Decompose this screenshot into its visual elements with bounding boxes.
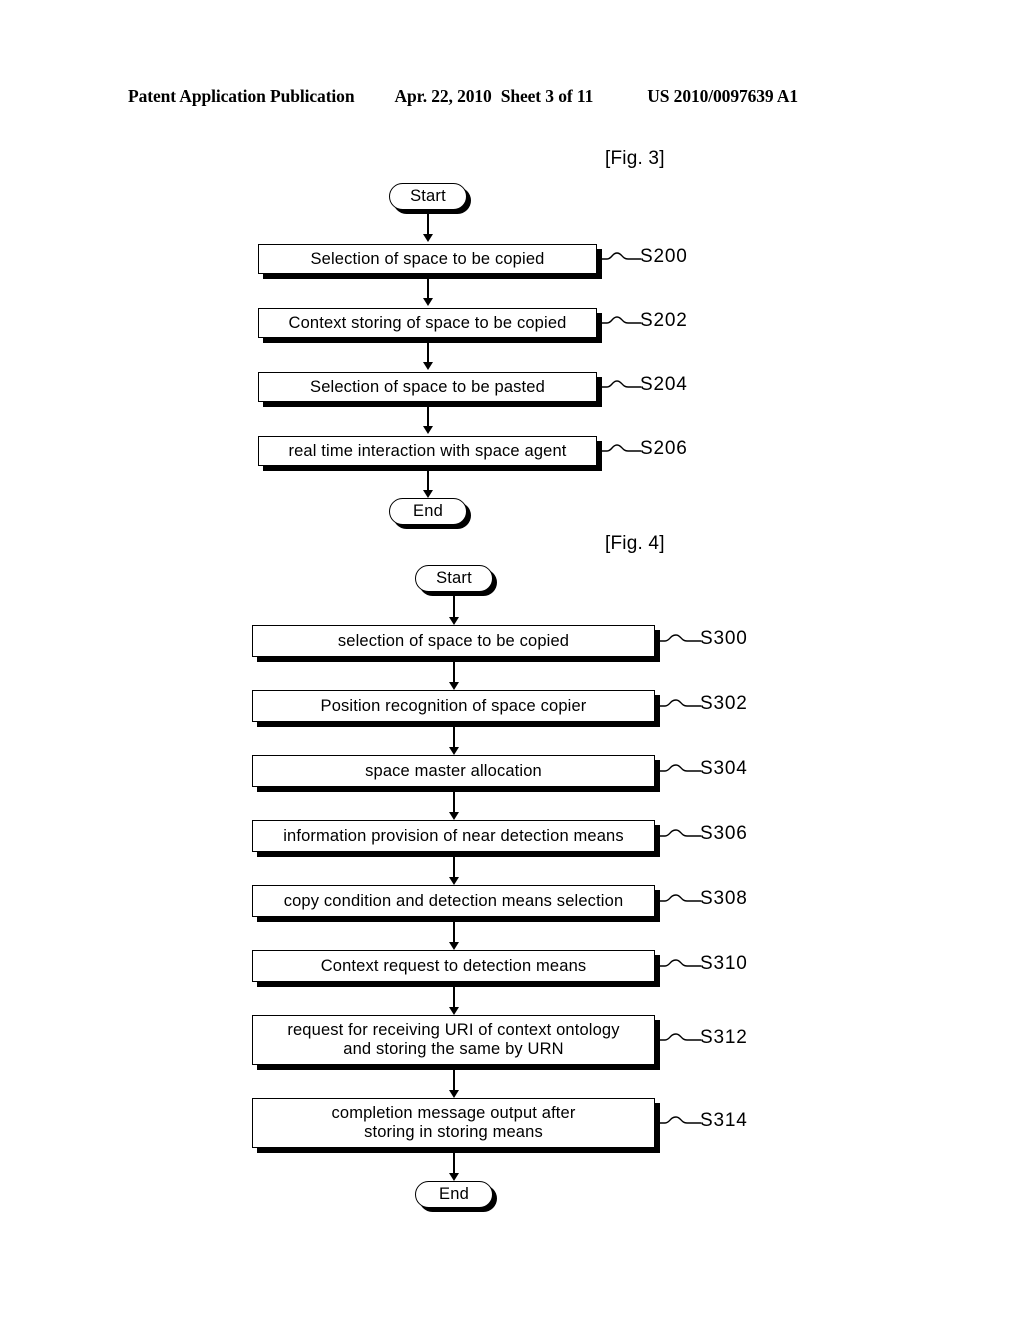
fig4-step-ref-s300: S300	[700, 628, 748, 649]
fig4-step-text-s306: information provision of near detection …	[283, 826, 624, 845]
fig3-step-box-s206: real time interaction with space agent	[258, 436, 602, 471]
fig4-arrowhead-end	[449, 1173, 459, 1181]
header-sheet: Sheet 3 of 11	[500, 86, 594, 106]
fig4-arrowhead-2	[449, 747, 459, 755]
fig4-arrowhead-7	[449, 1090, 459, 1098]
fig4-step-ref-s310: S310	[700, 953, 748, 974]
fig3-step-box-s200-face: Selection of space to be copied	[258, 244, 597, 274]
fig4-step-box-s310: Context request to detection means	[252, 950, 660, 987]
fig4-start-terminator: Start	[415, 565, 497, 596]
fig3-step-ref-s202: S202	[640, 310, 688, 331]
fig3-end-label: End	[413, 502, 443, 521]
fig3-step-box-s202: Context storing of space to be copied	[258, 308, 602, 343]
fig4-leader-s314	[657, 1116, 701, 1124]
fig3-step-text-s202: Context storing of space to be copied	[288, 313, 567, 332]
figure-label-4: [Fig. 4]	[605, 533, 665, 554]
header-publication: Patent Application Publication	[128, 86, 355, 106]
fig3-step-box-s204: Selection of space to be pasted	[258, 372, 602, 407]
fig4-step-box-s304-face: space master allocation	[252, 755, 655, 787]
fig4-step-text-s314: completion message output after storing …	[331, 1104, 576, 1141]
fig4-end-face: End	[415, 1181, 493, 1208]
fig4-step-box-s302: Position recognition of space copier	[252, 690, 660, 727]
fig3-end-terminator: End	[389, 498, 471, 529]
fig3-start-face: Start	[389, 183, 467, 210]
fig4-leader-s308	[657, 894, 701, 902]
fig4-arrowhead-start	[449, 617, 459, 625]
fig4-step-box-s300: selection of space to be copied	[252, 625, 660, 662]
fig4-leader-s310	[657, 959, 701, 967]
fig4-step-box-s300-face: selection of space to be copied	[252, 625, 655, 657]
fig4-step-box-s304: space master allocation	[252, 755, 660, 792]
fig4-step-box-s312-face: request for receiving URI of context ont…	[252, 1015, 655, 1065]
fig3-step-text-s204: Selection of space to be pasted	[310, 377, 545, 396]
fig3-step-box-s204-face: Selection of space to be pasted	[258, 372, 597, 402]
fig4-arrowhead-3	[449, 812, 459, 820]
page-header: Patent Application Publication Apr. 22, …	[128, 86, 896, 107]
fig4-step-text-s300: selection of space to be copied	[337, 631, 570, 650]
fig4-arrowhead-4	[449, 877, 459, 885]
fig4-step-text-s310: Context request to detection means	[320, 956, 587, 975]
fig4-step-ref-s302: S302	[700, 693, 748, 714]
fig3-end-face: End	[389, 498, 467, 525]
fig4-end-label: End	[439, 1185, 469, 1204]
header-patent-number: US 2010/0097639 A1	[647, 86, 799, 106]
fig4-step-text-s302: Position recognition of space copier	[320, 696, 587, 715]
fig4-step-ref-s304: S304	[700, 758, 748, 779]
fig4-arrowhead-6	[449, 1007, 459, 1015]
fig4-step-text-s304: space master allocation	[365, 761, 542, 780]
fig4-end-terminator: End	[415, 1181, 497, 1212]
fig3-leader-s204	[599, 380, 641, 388]
fig3-arrowhead-3	[423, 426, 433, 434]
fig3-step-text-s200: Selection of space to be copied	[310, 249, 545, 268]
figure-label-3: [Fig. 3]	[605, 148, 665, 169]
fig4-step-box-s308: copy condition and detection means selec…	[252, 885, 660, 922]
fig4-start-face: Start	[415, 565, 493, 592]
fig3-step-text-s206: real time interaction with space agent	[288, 441, 567, 460]
fig4-step-ref-s308: S308	[700, 888, 748, 909]
fig4-step-box-s310-face: Context request to detection means	[252, 950, 655, 982]
fig3-arrowhead-end	[423, 490, 433, 498]
fig4-step-text-s312: request for receiving URI of context ont…	[287, 1021, 620, 1058]
fig4-step-ref-s306: S306	[700, 823, 748, 844]
fig4-step-text-s308: copy condition and detection means selec…	[283, 891, 624, 910]
fig3-step-box-s200: Selection of space to be copied	[258, 244, 602, 279]
fig4-step-box-s314-face: completion message output after storing …	[252, 1098, 655, 1148]
fig3-start-terminator: Start	[389, 183, 471, 214]
fig4-step-ref-s312: S312	[700, 1027, 748, 1048]
fig4-leader-s302	[657, 699, 701, 707]
fig4-start-label: Start	[436, 569, 472, 588]
fig4-step-box-s302-face: Position recognition of space copier	[252, 690, 655, 722]
fig4-leader-s300	[657, 634, 701, 642]
fig4-arrowhead-1	[449, 682, 459, 690]
fig3-leader-s206	[599, 444, 641, 452]
fig3-start-label: Start	[410, 187, 446, 206]
fig4-leader-s304	[657, 764, 701, 772]
fig4-step-box-s312: request for receiving URI of context ont…	[252, 1015, 660, 1070]
fig3-step-ref-s204: S204	[640, 374, 688, 395]
fig4-step-box-s314: completion message output after storing …	[252, 1098, 660, 1153]
fig4-connector-start	[453, 592, 455, 619]
fig3-leader-s202	[599, 316, 641, 324]
fig4-step-box-s306-face: information provision of near detection …	[252, 820, 655, 852]
header-date: Apr. 22, 2010	[394, 86, 492, 106]
fig3-arrowhead-2	[423, 362, 433, 370]
fig3-arrowhead-start	[423, 234, 433, 242]
fig4-leader-s312	[657, 1033, 701, 1041]
fig3-step-box-s202-face: Context storing of space to be copied	[258, 308, 597, 338]
fig3-step-box-s206-face: real time interaction with space agent	[258, 436, 597, 466]
fig3-step-ref-s200: S200	[640, 246, 688, 267]
fig4-step-box-s308-face: copy condition and detection means selec…	[252, 885, 655, 917]
fig4-step-ref-s314: S314	[700, 1110, 748, 1131]
fig4-arrowhead-5	[449, 942, 459, 950]
fig4-step-box-s306: information provision of near detection …	[252, 820, 660, 857]
fig3-leader-s200	[599, 252, 641, 260]
fig4-leader-s306	[657, 829, 701, 837]
fig3-connector-start	[427, 210, 429, 236]
fig3-step-ref-s206: S206	[640, 438, 688, 459]
fig3-arrowhead-1	[423, 298, 433, 306]
